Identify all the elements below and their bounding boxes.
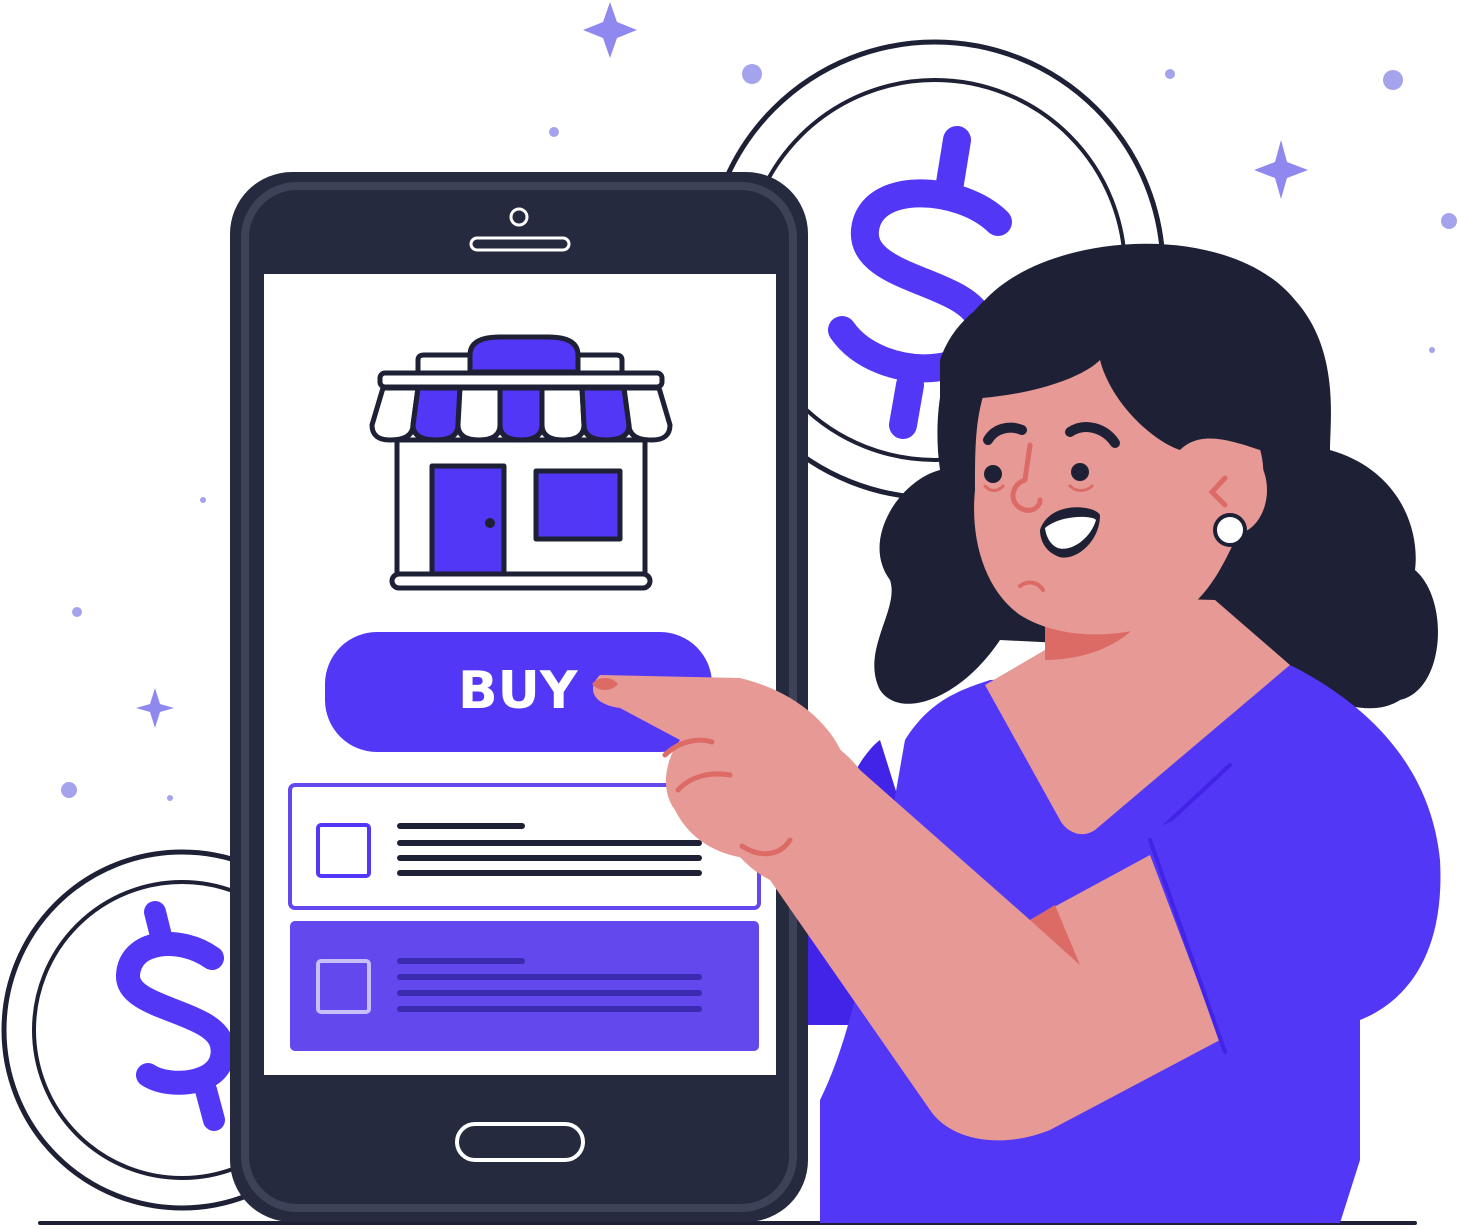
text-line (397, 990, 702, 996)
dot (1429, 347, 1435, 353)
text-line (397, 1006, 702, 1012)
buy-button-label: BUY (458, 661, 579, 721)
dot (72, 607, 82, 617)
dot (1165, 69, 1175, 79)
text-line (397, 840, 702, 846)
sparkle-icon (136, 688, 174, 728)
text-line (397, 855, 702, 861)
dot (167, 795, 173, 801)
storefront-icon (369, 334, 673, 591)
sparkle-icon (1254, 140, 1308, 199)
dot (61, 782, 77, 798)
text-line (397, 958, 525, 964)
dot (200, 497, 206, 503)
dot (1441, 213, 1457, 229)
dot (742, 64, 762, 84)
text-line (397, 974, 702, 980)
text-line (397, 870, 702, 876)
eye-left (984, 465, 1002, 483)
list-item[interactable] (290, 921, 759, 1051)
earring (1213, 513, 1247, 547)
dot (1383, 70, 1403, 90)
checkbox[interactable] (316, 959, 371, 1014)
text-line (397, 823, 525, 829)
sparkle-icon (583, 2, 637, 58)
checkbox[interactable] (316, 823, 371, 878)
dot (549, 127, 559, 137)
eye-right (1071, 463, 1089, 481)
illustration: BUY (1, 2, 1457, 1225)
